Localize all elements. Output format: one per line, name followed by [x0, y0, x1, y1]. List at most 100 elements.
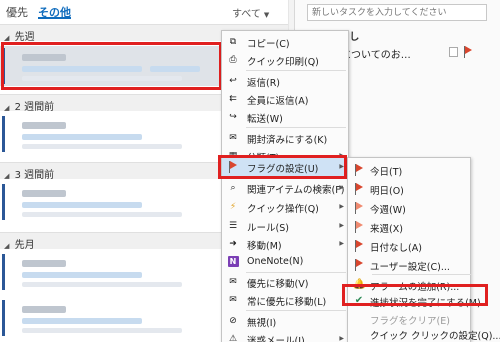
menu-item-reply-all[interactable]: ⇇ 全員に返信(A) [222, 90, 348, 108]
submenu-item-this-week[interactable]: 今週(W) [348, 198, 470, 217]
context-menu: ⧉ コピー(C) ⎙ クイック印刷(Q) ↩ 返信(R) ⇇ 全員に返信(A) … [221, 30, 349, 342]
reply-all-icon: ⇇ [229, 94, 237, 104]
submenu-item-no-date[interactable]: 日付なし(A) [348, 236, 470, 255]
unread-bar [2, 300, 5, 336]
menu-item-label: 迷惑メール(J) [247, 336, 305, 342]
submenu-arrow-icon: ▶ [339, 184, 344, 191]
flag-icon [353, 259, 365, 271]
ignore-icon: ⊘ [229, 316, 237, 326]
move-icon: ➜ [229, 239, 237, 249]
menu-item-label: OneNote(N) [247, 256, 304, 267]
task-flag-icon[interactable] [463, 46, 473, 61]
menu-separator [246, 310, 346, 311]
tab-focused[interactable]: 優先 [6, 4, 28, 20]
flag-submenu: 今日(T) 明日(O) 今週(W) 来週(X) 日付なし(A) ユーザー設定(C… [347, 157, 500, 342]
menu-item-rules[interactable]: ☰ ルール(S) ▶ [222, 217, 348, 235]
menu-item-quick-print[interactable]: ⎙ クイック印刷(Q) [222, 51, 348, 69]
submenu-item-tomorrow[interactable]: 明日(O) [348, 179, 470, 198]
menu-item-label: コピー(C) [247, 39, 290, 50]
menu-separator [246, 70, 346, 71]
blurred-subject [22, 318, 142, 324]
menu-item-move-focused[interactable]: ✉ 優先に移動(V) [222, 273, 348, 291]
blurred-sender [22, 260, 66, 267]
group-label: 3 週間前 [14, 170, 55, 181]
menu-item-label: 開封済みにする(K) [247, 135, 328, 146]
follow-up-highlight [218, 155, 347, 179]
blurred-subject [22, 272, 142, 278]
always-focused-icon: ✉ [229, 295, 237, 305]
menu-item-mark-read[interactable]: ✉ 開封済みにする(K) [222, 129, 348, 147]
menu-item-label: 返信(R) [247, 78, 281, 89]
menu-separator [246, 127, 346, 128]
menu-item-label: 全員に返信(A) [247, 96, 309, 107]
quick-steps-icon: ⚡ [229, 202, 237, 212]
forward-icon: ↪ [229, 112, 237, 122]
collapse-icon[interactable]: ◢ [4, 242, 9, 250]
new-task-input[interactable] [307, 4, 487, 21]
group-label: 2 週間前 [14, 102, 55, 113]
menu-item-move[interactable]: ➜ 移動(M) ▶ [222, 235, 348, 253]
group-label: 先月 [14, 240, 35, 251]
mark-read-icon: ✉ [229, 133, 237, 143]
tab-other[interactable]: その他 [38, 4, 71, 19]
flag-icon [353, 221, 365, 233]
print-icon: ⎙ [229, 55, 237, 65]
submenu-item-label: 今日(T) [370, 167, 403, 178]
submenu-item-label: 今週(W) [370, 205, 406, 216]
submenu-arrow-icon: ▶ [339, 222, 344, 229]
reply-icon: ↩ [229, 76, 237, 86]
blurred-subject [22, 134, 142, 140]
blurred-preview [22, 144, 182, 149]
submenu-item-custom[interactable]: ユーザー設定(C)... [348, 255, 470, 274]
menu-item-quick-steps[interactable]: ⚡ クイック操作(Q) ▶ [222, 198, 348, 216]
blurred-sender [22, 122, 66, 129]
menu-item-label: 常に優先に移動(L) [247, 297, 327, 308]
menu-item-label: 移動(M) [247, 241, 282, 252]
junk-icon: ⚠ [228, 334, 238, 342]
submenu-item-label: 明日(O) [370, 186, 404, 197]
unread-bar [2, 116, 5, 152]
menu-item-label: 優先に移動(V) [247, 279, 309, 290]
menu-item-junk[interactable]: ⚠ 迷惑メール(J) ▶ [222, 330, 348, 342]
submenu-arrow-icon: ▶ [339, 335, 344, 342]
collapse-icon[interactable]: ◢ [4, 34, 9, 42]
menu-item-reply[interactable]: ↩ 返信(R) [222, 72, 348, 90]
move-focused-icon: ✉ [229, 277, 237, 287]
submenu-item-label: 来週(X) [370, 224, 403, 235]
blurred-subject [22, 202, 142, 208]
menu-item-label: 関連アイテムの検索(F) [247, 185, 345, 196]
menu-item-onenote[interactable]: N OneNote(N) [222, 253, 348, 271]
flag-icon [353, 164, 365, 176]
unread-bar [2, 254, 5, 290]
submenu-item-today[interactable]: 今日(T) [348, 160, 470, 179]
submenu-item-quick-click[interactable]: クイック クリックの設定(Q)... [348, 324, 500, 342]
submenu-item-label: ユーザー設定(C)... [370, 262, 450, 273]
submenu-item-label: 日付なし(A) [370, 243, 422, 254]
flag-icon [353, 183, 365, 195]
menu-item-find-related[interactable]: ⌕ 関連アイテムの検索(F) ▶ [222, 179, 348, 197]
menu-item-label: 転送(W) [247, 114, 283, 125]
task-checkbox[interactable] [449, 47, 458, 57]
submenu-item-label: クイック クリックの設定(Q)... [370, 331, 500, 342]
menu-item-ignore[interactable]: ⊘ 無視(I) [222, 312, 348, 330]
blurred-preview [22, 328, 182, 333]
selected-message-highlight [1, 42, 222, 90]
menu-item-label: 無視(I) [247, 318, 277, 329]
menu-item-always-focused[interactable]: ✉ 常に優先に移動(L) [222, 291, 348, 309]
blurred-sender [22, 306, 66, 313]
mark-complete-highlight [342, 284, 488, 306]
submenu-item-next-week[interactable]: 来週(X) [348, 217, 470, 236]
copy-icon: ⧉ [229, 37, 237, 47]
menu-item-copy[interactable]: ⧉ コピー(C) [222, 33, 348, 51]
onenote-icon: N [227, 256, 239, 268]
collapse-icon[interactable]: ◢ [4, 172, 9, 180]
collapse-icon[interactable]: ◢ [4, 104, 9, 112]
unread-bar [2, 184, 5, 220]
menu-item-label: ルール(S) [247, 223, 289, 234]
menu-item-label: クイック操作(Q) [247, 204, 319, 215]
blurred-preview [22, 282, 182, 287]
filter-dropdown[interactable]: すべて ▼ [232, 5, 269, 20]
find-related-icon: ⌕ [230, 183, 236, 193]
menu-item-forward[interactable]: ↪ 転送(W) [222, 108, 348, 126]
submenu-arrow-icon: ▶ [339, 203, 344, 210]
